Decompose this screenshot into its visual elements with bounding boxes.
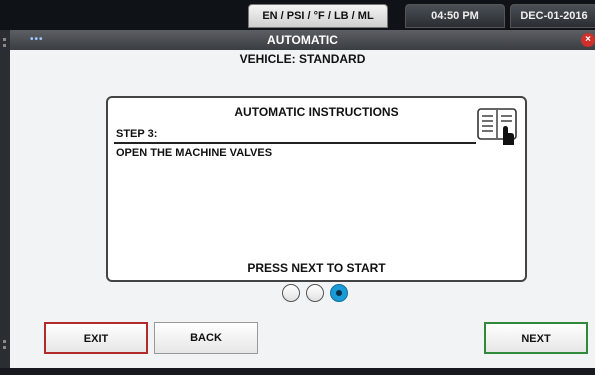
status-bar: EN / PSI / °F / LB / ML 04:50 PM DEC-01-… — [0, 0, 595, 30]
automatic-window: ••• AUTOMATIC × VEHICLE: STANDARD AUTOMA… — [10, 30, 595, 370]
units-tab[interactable]: EN / PSI / °F / LB / ML — [248, 4, 388, 28]
manual-book-icon[interactable] — [476, 105, 520, 147]
panel-title: AUTOMATIC INSTRUCTIONS — [234, 105, 399, 119]
vehicle-label: VEHICLE: STANDARD — [239, 52, 366, 66]
grip-dot — [3, 44, 6, 47]
step-label: STEP 3: — [116, 128, 158, 140]
left-handle-strip — [0, 30, 10, 370]
next-button[interactable]: NEXT — [484, 322, 588, 354]
grip-dot — [3, 340, 6, 343]
date-tab: DEC-01-2016 — [510, 4, 595, 28]
window-menu-dots-icon[interactable]: ••• — [30, 30, 44, 50]
close-icon[interactable]: × — [581, 33, 595, 47]
window-titlebar: ••• AUTOMATIC × — [10, 30, 595, 50]
press-next-hint: PRESS NEXT TO START — [247, 261, 386, 275]
back-button[interactable]: BACK — [154, 322, 258, 354]
page-dot-3-active[interactable] — [330, 284, 348, 302]
taskbar-strip — [0, 368, 595, 375]
grip-dot — [3, 38, 6, 41]
time-tab: 04:50 PM — [405, 4, 505, 28]
page-dot-2[interactable] — [306, 284, 324, 302]
instructions-panel: AUTOMATIC INSTRUCTIONS STEP 3: OPEN THE … — [106, 96, 527, 282]
grip-dot — [3, 346, 6, 349]
step-instruction: OPEN THE MACHINE VALVES — [116, 147, 273, 159]
step-divider — [114, 142, 476, 144]
page-dot-1[interactable] — [282, 284, 300, 302]
exit-button[interactable]: EXIT — [44, 322, 148, 354]
window-title: AUTOMATIC — [267, 33, 338, 47]
